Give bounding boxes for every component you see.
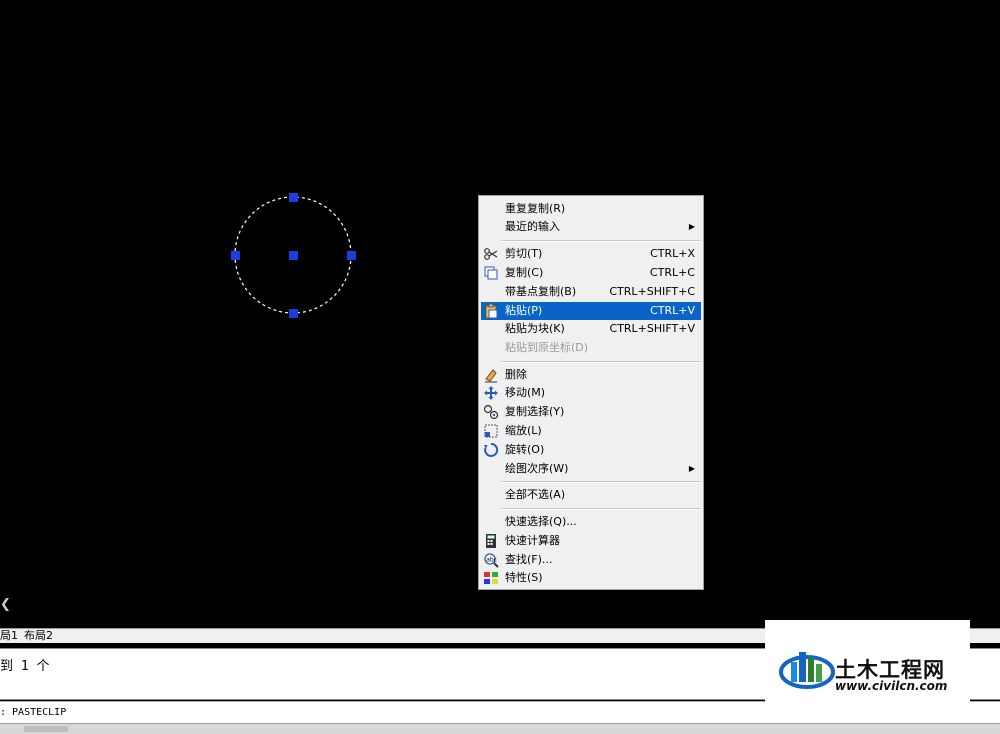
find-icon: abc [484,553,499,568]
menu-item-16[interactable]: 快速计算器 [481,532,701,550]
grip-left[interactable] [231,251,240,260]
menu-item-label: 快速计算器 [505,534,560,547]
menu-separator [501,508,701,510]
menu-item-label: 粘贴到原坐标(D) [505,341,589,354]
command-current-line: : PASTECLIP [0,707,67,718]
tab-layout1[interactable]: 局1 [0,629,18,642]
paste-icon [485,303,498,319]
menu-separator [501,361,701,363]
menu-item-label: 特性(S) [505,571,543,584]
menu-item-10[interactable]: 复制选择(Y) [481,403,701,421]
menu-item-label: 全部不选(A) [505,488,566,501]
menu-item-18[interactable]: 特性(S) [481,569,701,587]
status-segment [24,726,68,732]
menu-item-4[interactable]: 带基点复制(B) CTRL+SHIFT+C [481,283,701,301]
menu-item-label: 粘贴为块(K) [505,322,565,335]
menu-item-shortcut: CTRL+SHIFT+V [609,322,695,335]
menu-item-label: 查找(F)... [505,553,553,566]
grip-top[interactable] [289,193,298,202]
menu-item-label: 删除 [505,368,527,381]
menu-separator [501,240,701,242]
status-bar [0,723,1000,734]
svg-text:abc: abc [486,557,497,564]
menu-item-label: 复制选择(Y) [505,405,565,418]
calculator-icon [486,534,496,548]
menu-item-label: 旋转(O) [505,443,545,456]
submenu-arrow-icon: ▶ [688,464,695,473]
menu-item-label: 复制(C) [505,266,544,279]
watermark: 土木工程网 www.civilcn.com [765,620,970,723]
submenu-arrow-icon: ▶ [688,222,695,231]
menu-item-5[interactable]: 粘贴(P) CTRL+V [481,302,701,320]
menu-item-0[interactable]: 重复复制(R) [481,200,701,218]
menu-item-12[interactable]: 旋转(O) [481,441,701,459]
menu-item-label: 快速选择(Q)... [505,515,577,528]
scale-icon [484,424,498,438]
grip-right[interactable] [347,251,356,260]
grip-bottom[interactable] [289,309,298,318]
scissors-icon [484,248,498,260]
context-menu: 重复复制(R) 最近的输入 ▶ 剪切(T) CTRL+X 复制(C) CTRL+C 带基点复制… [478,195,704,590]
menu-item-1[interactable]: 最近的输入 ▶ [481,218,701,236]
menu-item-3[interactable]: 复制(C) CTRL+C [481,264,701,282]
menu-item-label: 带基点复制(B) [505,285,577,298]
menu-item-shortcut: CTRL+V [650,304,695,317]
tab-layout2[interactable]: 布局2 [24,629,53,642]
command-history-line: 到 1 个 [0,659,50,674]
copy-icon [484,266,498,280]
menu-item-label: 剪切(T) [505,247,543,260]
menu-item-8[interactable]: 删除 [481,366,701,384]
menu-item-15[interactable]: 快速选择(Q)... [481,513,701,531]
menu-item-11[interactable]: 缩放(L) [481,422,701,440]
menu-item-label: 粘贴(P) [505,304,543,317]
site-logo-icon [779,652,835,689]
properties-icon [484,572,498,584]
menu-item-9[interactable]: 移动(M) [481,384,701,402]
menu-item-shortcut: CTRL+X [650,247,695,260]
menu-item-shortcut: CTRL+SHIFT+C [609,285,695,298]
menu-item-label: 绘图次序(W) [505,462,569,475]
eraser-icon [485,369,497,383]
menu-item-17[interactable]: abc 查找(F)... [481,551,701,569]
rotate-icon [484,442,499,457]
menu-item-6[interactable]: 粘贴为块(K) CTRL+SHIFT+V [481,320,701,338]
copy-selection-icon [483,404,499,420]
menu-item-label: 最近的输入 [505,220,560,233]
menu-separator [501,481,701,483]
grip-center[interactable] [289,251,298,260]
menu-item-label: 移动(M) [505,386,546,399]
watermark-url: www.civilcn.com [835,679,948,693]
move-icon [484,386,498,400]
menu-item-13[interactable]: 绘图次序(W) ▶ [481,460,701,478]
menu-item-14[interactable]: 全部不选(A) [481,486,701,504]
scroll-left-icon[interactable]: ❮ [0,597,11,612]
menu-item-label: 重复复制(R) [505,202,566,215]
menu-item-label: 缩放(L) [505,424,542,437]
menu-item-7: 粘贴到原坐标(D) [481,339,701,357]
menu-item-2[interactable]: 剪切(T) CTRL+X [481,245,701,263]
menu-item-shortcut: CTRL+C [649,266,695,279]
